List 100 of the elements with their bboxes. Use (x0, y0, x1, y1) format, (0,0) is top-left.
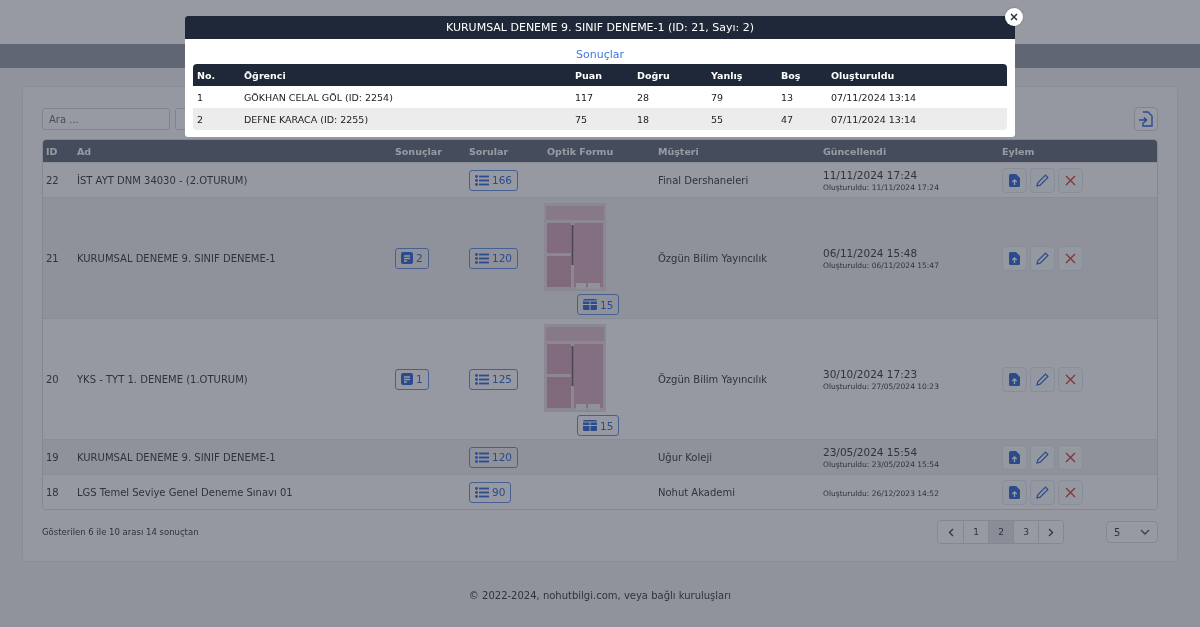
list-icon (475, 252, 489, 264)
results-button[interactable]: 2 (395, 247, 429, 269)
updated-date: 30/10/2024 17:23 (823, 367, 919, 380)
table-cell-text: 75 (574, 113, 589, 125)
upload-button[interactable] (1002, 167, 1027, 193)
pencil-icon (1036, 372, 1049, 386)
file-upload-icon (1009, 173, 1020, 187)
table-cell-text: GÖKHAN CELAL GÖL (ID: 2254) (243, 91, 394, 103)
table-icon (583, 420, 597, 431)
delete-button[interactable] (1058, 167, 1083, 193)
delete-button[interactable] (1058, 479, 1083, 505)
edit-button[interactable] (1030, 479, 1055, 505)
name-cell-text: İST AYT DNM 34030 - (2.OTURUM) (76, 174, 249, 186)
upload-button[interactable] (1002, 444, 1027, 470)
id-cell-text: 21 (45, 252, 60, 264)
column-header: Öğrenci (243, 69, 287, 81)
file-upload-icon (1009, 372, 1020, 386)
upload-button[interactable] (1002, 245, 1027, 271)
form-button[interactable]: 15 (577, 294, 620, 315)
close-icon (1010, 13, 1018, 21)
questions-button[interactable]: 120 (469, 247, 519, 269)
file-upload-icon (1009, 251, 1020, 265)
customer-cell-text: Nohut Akademi (657, 486, 736, 498)
close-icon (1065, 252, 1076, 264)
file-upload-icon (1009, 485, 1020, 499)
customer-cell-text: Final Dershaneleri (657, 174, 750, 186)
section-title: Sonuçlar (576, 48, 624, 61)
optic-header: Optik Formu (546, 145, 615, 157)
search-field[interactable]: Ara ... (42, 108, 170, 130)
table-cell-text: 18 (636, 113, 651, 125)
id-cell-text: 19 (45, 451, 60, 463)
name-cell-text: KURUMSAL DENEME 9. SINIF DENEME-1 (76, 252, 277, 264)
questions-button[interactable]: 166 (469, 169, 519, 191)
column-header: No. (196, 69, 217, 81)
column-header: Oluşturuldu (830, 69, 896, 81)
customer-cell-text: Özgün Bilim Yayıncılık (657, 373, 768, 385)
pencil-icon (1036, 173, 1049, 187)
form-button[interactable]: 15 (577, 415, 620, 436)
table-cell-text: 117 (574, 91, 595, 103)
close-icon (1065, 373, 1076, 385)
updated-header: Güncellendi (822, 145, 888, 157)
list-icon (475, 486, 489, 498)
id-cell-text: 22 (45, 174, 60, 186)
name-cell-text: LGS Temel Seviye Genel Deneme Sınavı 01 (76, 486, 294, 498)
edit-button[interactable] (1030, 444, 1055, 470)
name-header: Ad (76, 145, 93, 157)
delete-button[interactable] (1058, 245, 1083, 271)
customer-cell-text: Özgün Bilim Yayıncılık (657, 252, 768, 264)
table-cell-text: 28 (636, 91, 651, 103)
chevron-left-icon (947, 527, 954, 537)
questions-header: Sorular (468, 145, 510, 157)
edit-button[interactable] (1030, 366, 1055, 392)
page-button[interactable]: 2 (988, 521, 1013, 543)
questions-button[interactable]: 90 (469, 481, 512, 503)
file-upload-icon (1009, 450, 1020, 464)
table-cell-text: 1 (196, 91, 205, 103)
upload-button[interactable] (1002, 366, 1027, 392)
delete-button[interactable] (1058, 444, 1083, 470)
pencil-icon (1036, 251, 1049, 265)
table-cell-text: 55 (710, 113, 725, 125)
table-icon (583, 299, 597, 310)
pencil-icon (1036, 450, 1049, 464)
table-cell-text: 47 (780, 113, 795, 125)
actions-header: Eylem (1001, 145, 1036, 157)
report-icon (401, 252, 413, 264)
results-button[interactable]: 1 (395, 368, 429, 390)
column-header: Doğru (636, 69, 671, 81)
list-icon (475, 174, 489, 186)
chevron-right-icon (1048, 527, 1054, 537)
table-cell-text: DEFNE KARACA (ID: 2255) (243, 113, 370, 125)
name-cell-text: YKS - TYT 1. DENEME (1.OTURUM) (76, 373, 249, 385)
edit-button[interactable] (1030, 245, 1055, 271)
customer-header: Müşteri (657, 145, 700, 157)
results-summary: Gösterilen 6 ile 10 arası 14 sonuçtan (42, 527, 199, 537)
column-header: Yanlış (710, 69, 744, 81)
results-header: Sonuçlar (394, 145, 443, 157)
id-header: ID (45, 145, 59, 157)
copyright-text: © 2022-2024, nohutbilgi.com, veya bağlı kuruluşları (468, 590, 732, 601)
table-cell-text: 07/11/2024 13:14 (830, 113, 918, 125)
upload-button[interactable] (1002, 479, 1027, 505)
table-cell-text: 2 (196, 113, 205, 125)
file-import-icon (1138, 111, 1154, 127)
updated-date: 11/11/2024 17:24 (823, 168, 919, 181)
close-icon (1065, 174, 1076, 186)
column-header: Puan (574, 69, 603, 81)
import-button[interactable] (1134, 107, 1158, 131)
updated-date: 06/11/2024 15:48 (823, 246, 919, 259)
modal-title: KURUMSAL DENEME 9. SINIF DENEME-1 (ID: 21, Sayı: 2) (446, 21, 754, 34)
report-icon (401, 373, 413, 385)
table-cell-text: 79 (710, 91, 725, 103)
delete-button[interactable] (1058, 366, 1083, 392)
next-page-button[interactable] (1038, 521, 1063, 543)
pencil-icon (1036, 485, 1049, 499)
chevron-down-icon (1140, 529, 1150, 535)
close-icon (1065, 486, 1076, 498)
questions-button[interactable]: 125 (469, 368, 519, 390)
list-icon (475, 451, 489, 463)
page-size-select[interactable]: 5 (1106, 521, 1158, 543)
questions-button[interactable]: 120 (469, 446, 519, 468)
edit-button[interactable] (1030, 167, 1055, 193)
